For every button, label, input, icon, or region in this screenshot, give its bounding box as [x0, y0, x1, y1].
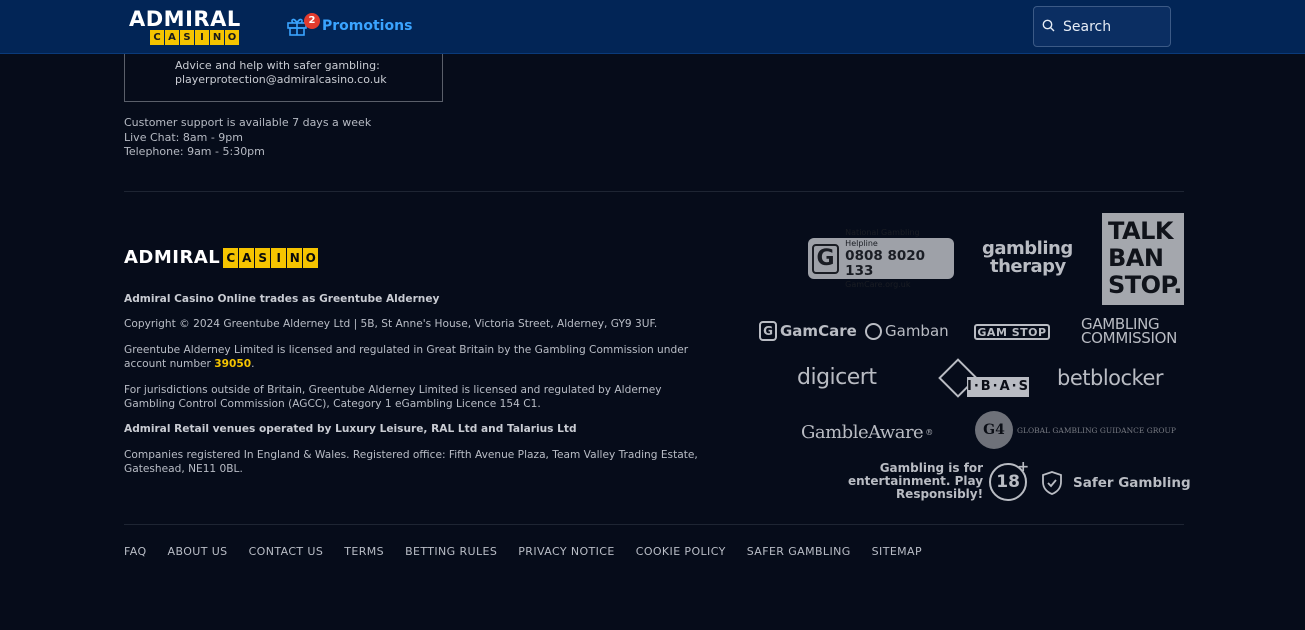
helpline-number: 0808 8020 133 — [845, 248, 926, 279]
brand-letter: S — [255, 247, 271, 268]
footer-links: FAQ ABOUT US CONTACT US TERMS BETTING RU… — [124, 545, 943, 558]
play-responsibly-text: Gambling is for entertainment. Play Resp… — [848, 462, 983, 501]
advice-text: Advice and help with safer gambling: — [175, 59, 380, 72]
promotions-count-badge: 2 — [304, 13, 320, 29]
brand-letter: A — [239, 247, 255, 268]
ibas-label: I·B·A·S — [967, 377, 1029, 397]
gambling-therapy-logo[interactable]: gambling therapy — [982, 240, 1073, 276]
live-chat-hours: Live Chat: 8am - 9pm — [124, 130, 243, 144]
betblocker-logo[interactable]: betblocker — [1057, 366, 1164, 390]
g4-logo[interactable]: G4 GLOBAL GAMBLING GUIDANCE GROUP — [975, 411, 1176, 449]
gamban-icon — [865, 322, 882, 340]
brand-casino-boxes: C A S I N O — [223, 247, 319, 268]
legal-trading-name: Admiral Casino Online trades as Greentub… — [124, 293, 440, 305]
age-18-plus-icon: 18 + — [989, 459, 1029, 501]
shield-check-icon — [1041, 470, 1063, 496]
safer-gambling-link[interactable]: Safer Gambling — [1041, 470, 1191, 496]
footer-link-privacy-notice[interactable]: PRIVACY NOTICE — [518, 545, 614, 558]
play-responsibly-badge: Gambling is for entertainment. Play Resp… — [848, 459, 1029, 501]
gambleaware-logo[interactable]: GambleAware ® — [801, 422, 933, 443]
gamcare-g-icon: G — [812, 243, 840, 274]
player-protection-email[interactable]: playerprotection@admiralcasino.co.uk — [175, 73, 387, 86]
legal-licence-gb: Greentube Alderney Limited is licensed a… — [124, 343, 714, 371]
footer-link-betting-rules[interactable]: BETTING RULES — [405, 545, 497, 558]
footer-brand-logo: ADMIRAL C A S I N O — [124, 247, 319, 268]
footer-link-terms[interactable]: TERMS — [344, 545, 384, 558]
talkban-word-1: TALK — [1108, 217, 1173, 245]
gamcare-logo[interactable]: G GamCare — [759, 321, 857, 341]
logo-letter: S — [180, 30, 194, 45]
telephone-hours: Telephone: 9am - 5:30pm — [124, 145, 265, 158]
logo-letter: O — [225, 30, 239, 45]
section-divider — [124, 191, 1184, 192]
logo-casino-boxes: C A S I N O — [150, 30, 255, 45]
legal-registered-office: Companies registered In England & Wales.… — [124, 449, 698, 475]
legal-retail-venues: Admiral Retail venues operated by Luxury… — [124, 423, 577, 435]
brand-letter: I — [271, 247, 287, 268]
brand-letter: C — [223, 247, 239, 268]
age-label: 18 — [996, 471, 1020, 492]
talkban-word-2: BAN — [1108, 244, 1164, 272]
safer-gambling-contact-box: Advice and help with safer gambling: pla… — [124, 54, 443, 102]
support-hours: Customer support is available 7 days a w… — [124, 116, 371, 160]
logo-letter: C — [150, 30, 164, 45]
gambleaware-label: GambleAware — [801, 422, 924, 443]
logo-letter: N — [210, 30, 224, 45]
gamcare-icon: G — [759, 321, 777, 341]
plus-icon: + — [1017, 458, 1030, 475]
gamstop-logo[interactable]: GAM STOP — [974, 324, 1050, 340]
gambling-commission-logo[interactable]: GAMBLING COMMISSION — [1081, 317, 1178, 347]
search-icon — [1042, 17, 1055, 36]
site-header: ADMIRAL C A S I N O 2 Promotions — [0, 0, 1305, 54]
legal-copyright: Copyright © 2024 Greentube Alderney Ltd … — [124, 318, 658, 330]
section-divider — [124, 524, 1184, 525]
search-box[interactable] — [1033, 6, 1171, 47]
talk-ban-stop-logo[interactable]: TALK BAN STOP. — [1102, 213, 1184, 305]
brand-wordmark: ADMIRAL — [124, 247, 221, 268]
footer-link-sitemap[interactable]: SITEMAP — [872, 545, 922, 558]
play-line-3: Responsibly! — [895, 487, 984, 501]
gift-icon: 2 — [286, 13, 320, 37]
footer-link-about-us[interactable]: ABOUT US — [168, 545, 228, 558]
g4-label: GLOBAL GAMBLING GUIDANCE GROUP — [1017, 425, 1176, 435]
search-input[interactable] — [1063, 18, 1163, 35]
gcomm-word-2: COMMISSION — [1081, 329, 1178, 347]
digicert-logo[interactable]: digicert — [797, 365, 877, 390]
footer-link-contact-us[interactable]: CONTACT US — [249, 545, 324, 558]
brand-letter: N — [287, 247, 303, 268]
support-hours-title: Customer support is available 7 days a w… — [124, 116, 372, 129]
betblocker-label: betblocker — [1057, 366, 1164, 390]
legal-period: . — [251, 358, 255, 370]
registered-mark: ® — [925, 428, 933, 437]
gtherapy-word-2: therapy — [990, 256, 1066, 277]
gamstop-label: GAM STOP — [977, 325, 1047, 339]
footer-link-faq[interactable]: FAQ — [124, 545, 147, 558]
talkban-word-3: STOP. — [1108, 271, 1182, 299]
helpline-site: GamCare.org.uk — [845, 280, 911, 289]
brand-letter: O — [303, 247, 319, 268]
footer-link-safer-gambling[interactable]: SAFER GAMBLING — [747, 545, 851, 558]
promotions-link[interactable]: 2 Promotions — [286, 12, 412, 40]
logo-letter: A — [165, 30, 179, 45]
national-gambling-helpline-logo[interactable]: G National Gambling Helpline 0808 8020 1… — [808, 228, 954, 289]
gamban-logo[interactable]: Gamban — [865, 322, 949, 340]
ibas-logo[interactable]: I·B·A·S — [937, 358, 1031, 398]
legal-licence-agcc: For jurisdictions outside of Britain, Gr… — [124, 384, 662, 410]
helpline-title: National Gambling Helpline — [845, 228, 920, 248]
safer-gambling-label: Safer Gambling — [1073, 475, 1191, 491]
promotions-label: Promotions — [322, 18, 413, 34]
digicert-label: digicert — [797, 365, 877, 390]
g4-mark: G4 — [975, 411, 1013, 449]
licence-number-link[interactable]: 39050 — [214, 358, 251, 370]
logo-wordmark: ADMIRAL — [129, 7, 241, 31]
gamcare-label: GamCare — [780, 322, 857, 340]
admiral-casino-logo[interactable]: ADMIRAL C A S I N O — [129, 8, 255, 46]
logo-letter: I — [195, 30, 209, 45]
gamban-label: Gamban — [885, 322, 949, 340]
footer-link-cookie-policy[interactable]: COOKIE POLICY — [636, 545, 726, 558]
legal-licence-text: Greentube Alderney Limited is licensed a… — [124, 344, 689, 370]
